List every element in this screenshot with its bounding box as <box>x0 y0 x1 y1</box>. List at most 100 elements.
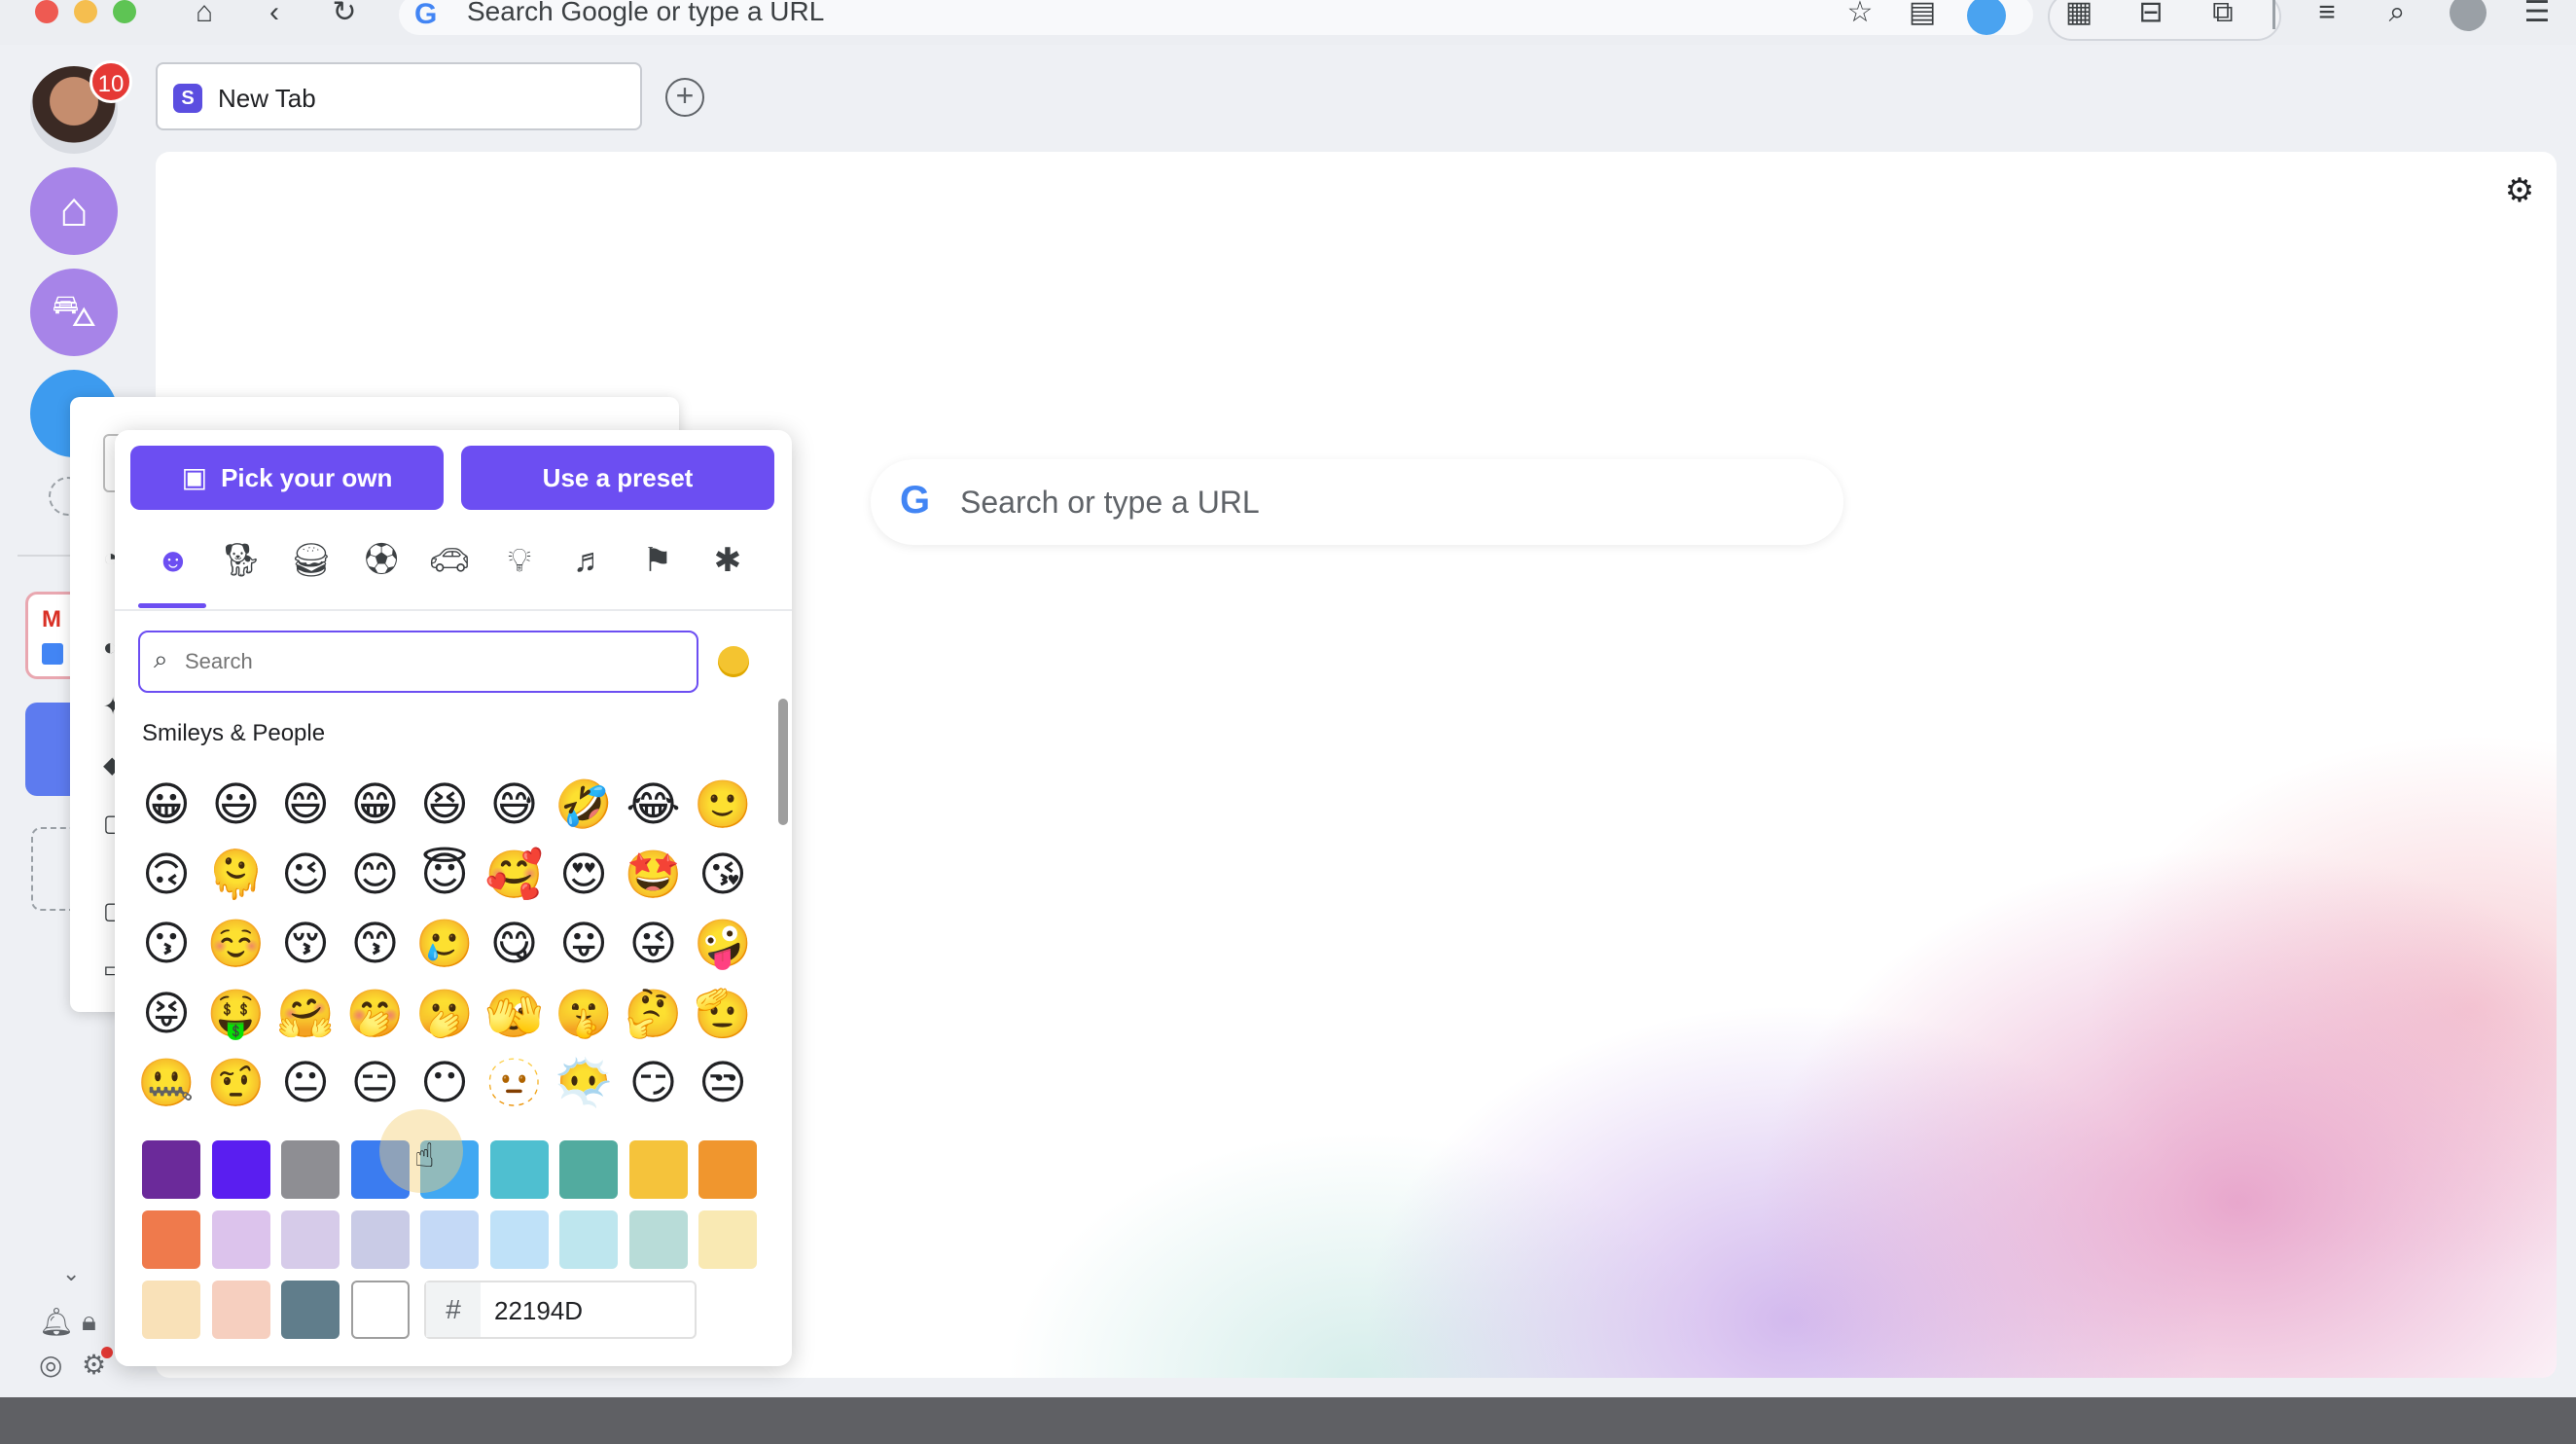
storage-icon[interactable]: ⊟ <box>2131 0 2170 29</box>
color-swatch[interactable] <box>698 1140 757 1199</box>
category-smileys-icon[interactable]: ☻ <box>152 539 195 582</box>
emoji-button[interactable]: 🙂 <box>691 773 755 837</box>
category-activities-icon[interactable]: ⚽︎ <box>360 539 403 582</box>
bell-icon[interactable]: 🔔︎ <box>39 1306 74 1338</box>
emoji-button[interactable]: 😁 <box>343 773 408 837</box>
color-swatch[interactable] <box>142 1281 200 1339</box>
expand-chevron-icon[interactable]: ⌄ <box>62 1261 80 1286</box>
color-swatch[interactable] <box>420 1210 479 1269</box>
emoji-button[interactable]: 😙 <box>343 912 408 976</box>
emoji-button[interactable]: 😜 <box>622 912 686 976</box>
emoji-search-input[interactable] <box>185 646 671 677</box>
puzzle-extensions-icon[interactable]: ⧉ <box>2203 0 2242 29</box>
profile-avatar-icon[interactable] <box>2450 0 2487 31</box>
reading-list-icon[interactable]: ▤ <box>1903 0 1942 29</box>
hex-color-input[interactable] <box>494 1294 679 1327</box>
color-swatch[interactable] <box>211 1281 270 1339</box>
color-swatch[interactable] <box>211 1140 270 1199</box>
color-swatch[interactable] <box>142 1210 200 1269</box>
emoji-button[interactable]: 🤫 <box>552 982 616 1046</box>
emoji-button[interactable]: 😐 <box>273 1051 338 1115</box>
emoji-button[interactable]: 😚 <box>273 912 338 976</box>
page-settings-gear-icon[interactable]: ⚙ <box>2500 171 2539 210</box>
emoji-button[interactable]: 😑 <box>343 1051 408 1115</box>
compass-icon[interactable]: ◎ <box>39 1349 62 1381</box>
emoji-button[interactable]: 🤪 <box>691 912 755 976</box>
center-search-bar[interactable]: G Search or type a URL <box>871 459 1843 545</box>
media-queue-icon[interactable]: ≡ <box>2308 0 2346 29</box>
tab-new-tab[interactable]: S New Tab <box>156 62 642 130</box>
color-swatch[interactable] <box>489 1140 549 1199</box>
emoji-button[interactable]: 😂 <box>622 773 686 837</box>
use-a-preset-button[interactable]: Use a preset <box>461 446 774 510</box>
color-swatch[interactable] <box>698 1210 757 1269</box>
emoji-button[interactable]: 😀 <box>134 773 198 837</box>
lock-icon[interactable]: 🔒︎ <box>82 1306 96 1338</box>
pick-your-own-button[interactable]: ▣ Pick your own <box>130 446 444 510</box>
category-food-icon[interactable]: 🍔︎ <box>290 539 333 582</box>
emoji-button[interactable]: 🤗 <box>273 982 338 1046</box>
emoji-button[interactable]: 😃 <box>204 773 268 837</box>
search-icon[interactable]: ⌕ <box>2378 0 2416 29</box>
emoji-button[interactable]: 🤐 <box>134 1051 198 1115</box>
emoji-button[interactable]: 😉 <box>273 843 338 907</box>
emoji-button[interactable]: 🥲 <box>412 912 477 976</box>
reload-icon[interactable]: ↻ <box>325 0 364 29</box>
emoji-button[interactable]: 😋 <box>483 912 547 976</box>
emoji-button[interactable]: 🫥 <box>483 1051 547 1115</box>
emoji-button[interactable]: 🫣 <box>483 982 547 1046</box>
bookmark-star-icon[interactable]: ☆ <box>1841 0 1879 29</box>
emoji-button[interactable]: 🤣 <box>552 773 616 837</box>
menu-icon[interactable]: ☰ <box>2518 0 2557 29</box>
emoji-button[interactable]: 😊 <box>343 843 408 907</box>
color-swatch[interactable] <box>559 1140 618 1199</box>
emoji-button[interactable]: 😶‍🌫️ <box>552 1051 616 1115</box>
address-bar[interactable]: G Search Google or type a URL <box>399 0 2033 35</box>
emoji-button[interactable]: 😛 <box>552 912 616 976</box>
emoji-button[interactable]: 😝 <box>134 982 198 1046</box>
color-swatch[interactable] <box>211 1210 270 1269</box>
color-swatch[interactable] <box>281 1210 340 1269</box>
color-swatch[interactable] <box>489 1210 549 1269</box>
category-objects-icon[interactable]: 💡︎ <box>498 539 541 582</box>
shop-basket-app-icon[interactable]: ⛍ <box>30 269 118 356</box>
scrollbar-thumb[interactable] <box>778 699 788 825</box>
emoji-button[interactable]: ☺️ <box>204 912 268 976</box>
emoji-button[interactable]: 🙃 <box>134 843 198 907</box>
color-swatch[interactable] <box>628 1140 688 1199</box>
new-tab-button[interactable]: + <box>665 78 704 117</box>
minimize-window-button[interactable] <box>74 0 97 23</box>
category-travel-icon[interactable]: 🚗︎ <box>428 539 471 582</box>
category-flags-icon[interactable]: ⚑ <box>636 539 679 582</box>
emoji-button[interactable]: 😏 <box>622 1051 686 1115</box>
emoji-button[interactable]: 🫡 <box>691 982 755 1046</box>
emoji-button[interactable]: 😄 <box>273 773 338 837</box>
emoji-button[interactable]: 🫠 <box>204 843 268 907</box>
emoji-button[interactable]: 😆 <box>412 773 477 837</box>
emoji-button[interactable]: 🫢 <box>412 982 477 1046</box>
category-animals-icon[interactable]: 🐕︎ <box>220 539 263 582</box>
emoji-button[interactable]: 🤭 <box>343 982 408 1046</box>
skin-tone-selector[interactable] <box>718 646 749 677</box>
emoji-button[interactable]: 🤩 <box>622 843 686 907</box>
emoji-button[interactable]: 😇 <box>412 843 477 907</box>
emoji-button[interactable]: 😒 <box>691 1051 755 1115</box>
emoji-button[interactable]: 🤨 <box>204 1051 268 1115</box>
emoji-button[interactable]: 😅 <box>483 773 547 837</box>
close-window-button[interactable] <box>35 0 58 23</box>
emoji-button[interactable]: 😗 <box>134 912 198 976</box>
emoji-button[interactable]: 😶 <box>412 1051 477 1115</box>
notes-icon[interactable]: ▦ <box>2059 0 2098 29</box>
home-icon[interactable]: ⌂ <box>185 0 224 29</box>
emoji-button[interactable]: 🤑 <box>204 982 268 1046</box>
back-icon[interactable]: ‹ <box>255 0 294 29</box>
color-swatch[interactable] <box>281 1281 340 1339</box>
emoji-button[interactable]: 😍 <box>552 843 616 907</box>
emoji-button[interactable]: 😘 <box>691 843 755 907</box>
emoji-button[interactable]: 🤔 <box>622 982 686 1046</box>
color-swatch[interactable] <box>350 1210 410 1269</box>
color-swatch[interactable] <box>559 1210 618 1269</box>
maximize-window-button[interactable] <box>113 0 136 23</box>
color-swatch[interactable] <box>350 1281 410 1339</box>
color-swatch[interactable] <box>142 1140 200 1199</box>
